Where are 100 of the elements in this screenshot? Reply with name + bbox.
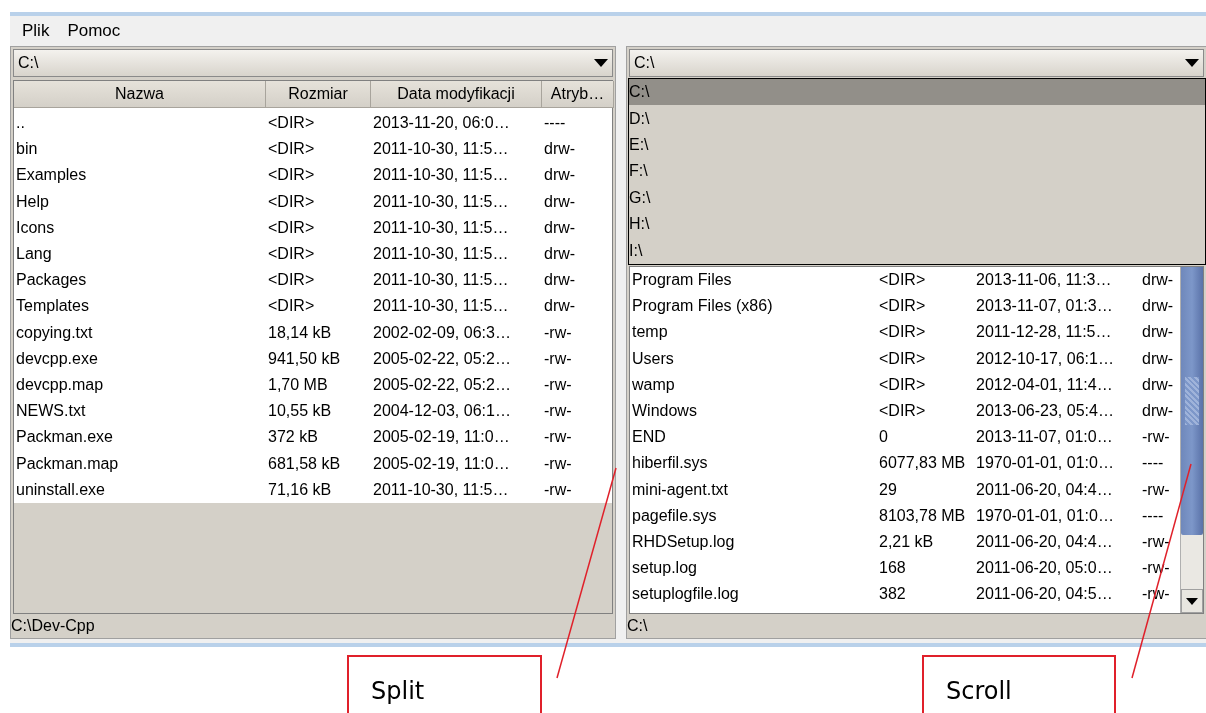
table-cell-text: Examples bbox=[15, 165, 88, 186]
menu-item[interactable]: Pomoc bbox=[65, 18, 123, 44]
table-cell-text: hiberfil.sys bbox=[631, 453, 709, 474]
table-cell-text: <DIR> bbox=[267, 270, 316, 291]
table-cell-text: ---- bbox=[1141, 453, 1165, 474]
table-cell-text: drw- bbox=[543, 270, 577, 291]
table-cell-text: mini-agent.txt bbox=[631, 479, 730, 500]
drive-option[interactable]: C:\ bbox=[629, 79, 1205, 106]
table-cell-text: 2011-10-30, 11:5… bbox=[372, 270, 510, 291]
table-cell-text: 2011-10-30, 11:5… bbox=[372, 165, 510, 186]
table-cell-text: Packman.map bbox=[15, 453, 120, 474]
table-cell-text: 0 bbox=[878, 427, 889, 448]
table-cell-text: drw- bbox=[543, 217, 577, 238]
table-cell-text: drw- bbox=[543, 244, 577, 265]
table-cell-text: 2011-10-30, 11:5… bbox=[372, 217, 510, 238]
column-header[interactable]: Nazwa bbox=[14, 81, 266, 108]
table-cell-text: 18,14 kB bbox=[267, 322, 333, 343]
table-cell-text: 2005-02-22, 05:2… bbox=[372, 348, 512, 369]
table-cell-text: 2011-10-30, 11:5… bbox=[372, 479, 510, 500]
table-cell-text: <DIR> bbox=[878, 296, 927, 317]
table-cell-text: <DIR> bbox=[878, 374, 927, 395]
table-cell-text: -rw- bbox=[1141, 427, 1171, 448]
table-cell-text: -rw- bbox=[543, 401, 573, 422]
table-cell-text: -rw- bbox=[543, 374, 573, 395]
column-header[interactable]: Rozmiar bbox=[266, 81, 371, 108]
table-cell-text: Program Files (x86) bbox=[631, 296, 774, 317]
table-cell-text: Users bbox=[631, 348, 675, 369]
table-cell-text: 2011-12-28, 11:5… bbox=[975, 322, 1113, 343]
table-cell-text: temp bbox=[631, 322, 669, 343]
table-cell-text: 10,55 kB bbox=[267, 401, 333, 422]
table-cell-text: ---- bbox=[1141, 505, 1165, 526]
table-cell-text: 681,58 kB bbox=[267, 453, 342, 474]
table-cell-text: 29 bbox=[878, 479, 898, 500]
scrollbar[interactable] bbox=[1180, 267, 1203, 613]
table-cell-text: 2011-10-30, 11:5… bbox=[372, 139, 510, 160]
table-cell-text: 71,16 kB bbox=[267, 479, 333, 500]
table-cell-text: 2,21 kB bbox=[878, 531, 935, 552]
table-cell-text: 6077,83 MB bbox=[878, 453, 967, 474]
table-cell-text: 2011-06-20, 04:4… bbox=[975, 531, 1114, 552]
scrollbar-thumb[interactable] bbox=[1181, 267, 1203, 535]
table-cell-text: bin bbox=[15, 139, 39, 160]
drive-dropdown[interactable]: C:\ bbox=[13, 49, 613, 77]
table-cell-text: 1970-01-01, 01:0… bbox=[975, 453, 1115, 474]
column-header[interactable]: Atryb… bbox=[542, 81, 614, 108]
column-header[interactable]: Data modyfikacji bbox=[371, 81, 542, 108]
menu-item[interactable]: Plik bbox=[20, 18, 52, 44]
table-cell-text: RHDSetup.log bbox=[631, 531, 736, 552]
table-cell-text: drw- bbox=[1141, 348, 1175, 369]
table-cell-text: 168 bbox=[878, 558, 907, 579]
table-cell-text: <DIR> bbox=[878, 322, 927, 343]
table-cell-text: 372 kB bbox=[267, 427, 319, 448]
table-cell-text: drw- bbox=[1141, 374, 1175, 395]
table-cell-text: 2011-06-20, 04:5… bbox=[975, 584, 1114, 605]
table-cell-text: setup.log bbox=[631, 558, 698, 579]
down-arrow-icon bbox=[1186, 597, 1198, 605]
table-cell-text: NEWS.txt bbox=[15, 401, 87, 422]
table-cell-text: drw- bbox=[543, 296, 577, 317]
table-cell-text: 2011-10-30, 11:5… bbox=[372, 244, 510, 265]
table-cell-text: <DIR> bbox=[878, 401, 927, 422]
table-cell-text: ---- bbox=[543, 113, 567, 134]
table-cell-text: drw- bbox=[543, 191, 577, 212]
table-cell-text: <DIR> bbox=[878, 270, 927, 291]
table-cell-text: -rw- bbox=[543, 427, 573, 448]
table-cell-text: -rw- bbox=[543, 322, 573, 343]
table-cell-text: drw- bbox=[1141, 401, 1175, 422]
table-cell-text: 2013-11-06, 11:3… bbox=[975, 270, 1113, 291]
drive-dropdown[interactable]: C:\ bbox=[629, 49, 1204, 77]
table-cell-text: 2005-02-19, 11:0… bbox=[372, 427, 511, 448]
table-cell-text: 8103,78 MB bbox=[878, 505, 967, 526]
table-cell-text: END bbox=[631, 427, 667, 448]
table-cell-text: 2002-02-09, 06:3… bbox=[372, 322, 512, 343]
table-cell-text: 2005-02-19, 11:0… bbox=[372, 453, 511, 474]
table-cell-text: <DIR> bbox=[267, 244, 316, 265]
table-cell-text: uninstall.exe bbox=[15, 479, 106, 500]
scroll-down-button[interactable] bbox=[1181, 589, 1203, 613]
table-cell-text: 2013-11-07, 01:0… bbox=[975, 427, 1114, 448]
table-cell-text: wamp bbox=[631, 374, 676, 395]
table-cell-text: .. bbox=[15, 113, 26, 134]
caret-icon bbox=[1185, 59, 1199, 67]
table-cell-text: 1,70 MB bbox=[267, 374, 329, 395]
table-cell-text: 2013-06-23, 05:4… bbox=[975, 401, 1115, 422]
table-cell-text: Icons bbox=[15, 217, 56, 238]
table-cell-text: devcpp.map bbox=[15, 374, 105, 395]
table-cell-text: Help bbox=[15, 191, 50, 212]
table-cell-text: 2012-04-01, 11:4… bbox=[975, 374, 1114, 395]
table-cell-text: <DIR> bbox=[267, 113, 316, 134]
table-cell-text: drw- bbox=[1141, 296, 1175, 317]
table-cell-text: -rw- bbox=[543, 479, 573, 500]
table-cell-text: copying.txt bbox=[15, 322, 94, 343]
table-cell-text: Program Files bbox=[631, 270, 733, 291]
table-cell-text: drw- bbox=[543, 165, 577, 186]
table-cell-text: drw- bbox=[1141, 322, 1175, 343]
table-cell-text: 2005-02-22, 05:2… bbox=[372, 374, 512, 395]
table-cell-text: 2011-06-20, 04:4… bbox=[975, 479, 1114, 500]
table-cell-text: 2011-10-30, 11:5… bbox=[372, 191, 510, 212]
callout-box: Split bbox=[347, 655, 542, 713]
table-cell-text: drw- bbox=[543, 139, 577, 160]
table-cell-text: 2011-10-30, 11:5… bbox=[372, 296, 510, 317]
table-cell-text: <DIR> bbox=[267, 165, 316, 186]
table-cell-text: 2013-11-07, 01:3… bbox=[975, 296, 1114, 317]
